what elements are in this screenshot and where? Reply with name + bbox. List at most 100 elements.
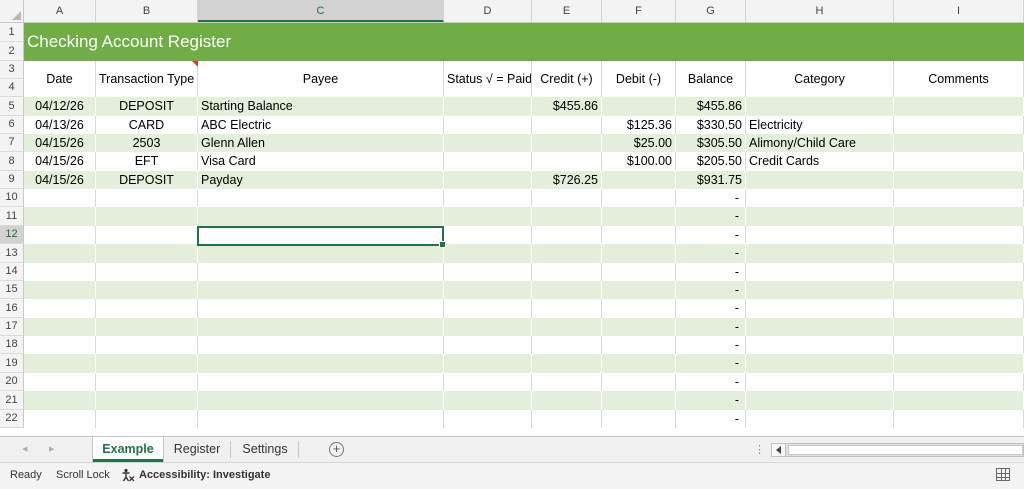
table-cell[interactable] (444, 281, 532, 299)
table-cell[interactable] (602, 189, 676, 207)
table-cell[interactable]: - (676, 373, 746, 391)
table-cell[interactable] (746, 354, 894, 373)
column-title[interactable]: Credit (+) (532, 61, 602, 97)
column-title[interactable]: Status √ = Paid (444, 61, 532, 97)
table-cell[interactable]: $330.50 (676, 116, 746, 134)
table-cell[interactable] (894, 207, 1024, 226)
table-cell[interactable] (444, 171, 532, 189)
table-cell[interactable] (96, 373, 198, 391)
table-cell[interactable]: - (676, 189, 746, 207)
table-cell[interactable] (24, 281, 96, 299)
table-cell[interactable] (894, 152, 1024, 171)
table-cell[interactable]: $205.50 (676, 152, 746, 171)
table-cell[interactable]: $931.75 (676, 171, 746, 189)
row-header[interactable]: 16 (0, 299, 24, 318)
spreadsheet-grid[interactable]: A B C D E F G H I 1 2 3 4 5 6 7 8 9 10 11 12 13 14 15 1… (0, 0, 1024, 436)
table-cell[interactable] (532, 263, 602, 281)
table-cell[interactable] (198, 244, 444, 263)
table-cell[interactable] (532, 226, 602, 244)
table-cell[interactable] (746, 97, 894, 116)
table-cell[interactable] (894, 373, 1024, 391)
normal-view-icon[interactable] (996, 468, 1010, 481)
table-cell[interactable]: $125.36 (602, 116, 676, 134)
row-header[interactable]: 13 (0, 244, 24, 263)
row-header[interactable]: 10 (0, 189, 24, 207)
column-title[interactable]: Comments (894, 61, 1024, 97)
table-cell[interactable] (894, 226, 1024, 244)
row-header[interactable]: 11 (0, 207, 24, 226)
table-cell[interactable] (894, 97, 1024, 116)
row-header[interactable]: 20 (0, 373, 24, 391)
table-cell[interactable] (746, 318, 894, 336)
table-cell[interactable] (602, 97, 676, 116)
table-cell[interactable]: - (676, 318, 746, 336)
table-cell[interactable] (444, 373, 532, 391)
table-cell[interactable] (894, 263, 1024, 281)
scroll-left-icon[interactable] (772, 444, 786, 456)
table-cell[interactable] (444, 263, 532, 281)
table-cell[interactable] (444, 226, 532, 244)
table-cell[interactable] (894, 354, 1024, 373)
table-cell[interactable] (24, 373, 96, 391)
table-cell[interactable]: Payday (198, 171, 444, 189)
table-cell[interactable] (532, 189, 602, 207)
table-cell[interactable]: - (676, 263, 746, 281)
table-cell[interactable] (602, 336, 676, 354)
table-cell[interactable]: - (676, 410, 746, 428)
table-cell[interactable]: 04/13/26 (24, 116, 96, 134)
table-cell[interactable] (444, 410, 532, 428)
table-cell[interactable] (602, 244, 676, 263)
table-cell[interactable] (24, 207, 96, 226)
table-cell[interactable] (24, 244, 96, 263)
table-cell[interactable]: CARD (96, 116, 198, 134)
table-cell[interactable]: - (676, 244, 746, 263)
table-cell[interactable] (602, 263, 676, 281)
table-cell[interactable]: 04/15/26 (24, 134, 96, 152)
table-cell[interactable] (602, 373, 676, 391)
table-cell[interactable] (96, 281, 198, 299)
table-cell[interactable] (444, 134, 532, 152)
table-cell[interactable] (96, 244, 198, 263)
table-cell[interactable] (444, 354, 532, 373)
table-cell[interactable] (532, 318, 602, 336)
table-cell[interactable] (532, 410, 602, 428)
status-scroll-lock[interactable]: Scroll Lock (56, 469, 110, 481)
table-cell[interactable] (602, 391, 676, 410)
table-cell[interactable]: 04/12/26 (24, 97, 96, 116)
column-header-g[interactable]: G (676, 0, 746, 22)
column-header-h[interactable]: H (746, 0, 894, 22)
table-cell[interactable]: $455.86 (532, 97, 602, 116)
table-cell[interactable]: $25.00 (602, 134, 676, 152)
row-header[interactable]: 3 (0, 61, 24, 79)
accessibility-icon[interactable] (121, 468, 135, 482)
table-cell[interactable] (602, 207, 676, 226)
table-cell[interactable]: Credit Cards (746, 152, 894, 171)
add-sheet-icon[interactable]: + (329, 442, 344, 457)
column-header-c[interactable]: C (198, 0, 444, 22)
table-cell[interactable]: 04/15/26 (24, 152, 96, 171)
table-cell[interactable] (532, 354, 602, 373)
table-cell[interactable] (96, 410, 198, 428)
table-cell[interactable] (24, 189, 96, 207)
row-header[interactable]: 15 (0, 281, 24, 299)
table-cell[interactable] (894, 244, 1024, 263)
table-cell[interactable] (24, 410, 96, 428)
table-cell[interactable]: - (676, 354, 746, 373)
column-header-d[interactable]: D (444, 0, 532, 22)
tab-settings[interactable]: Settings (232, 437, 298, 462)
table-cell[interactable] (602, 171, 676, 189)
row-header[interactable]: 5 (0, 97, 24, 116)
table-cell[interactable] (532, 134, 602, 152)
table-cell[interactable]: - (676, 391, 746, 410)
row-header[interactable]: 7 (0, 134, 24, 152)
scrollbar-thumb[interactable] (788, 445, 1023, 455)
table-cell[interactable]: 2503 (96, 134, 198, 152)
table-cell[interactable] (444, 116, 532, 134)
column-title[interactable]: Payee (198, 61, 444, 97)
table-cell[interactable]: $455.86 (676, 97, 746, 116)
row-header[interactable]: 2 (0, 42, 24, 61)
column-header-b[interactable]: B (96, 0, 198, 22)
table-cell[interactable] (444, 299, 532, 318)
table-cell[interactable] (198, 207, 444, 226)
column-title[interactable]: Debit (-) (602, 61, 676, 97)
